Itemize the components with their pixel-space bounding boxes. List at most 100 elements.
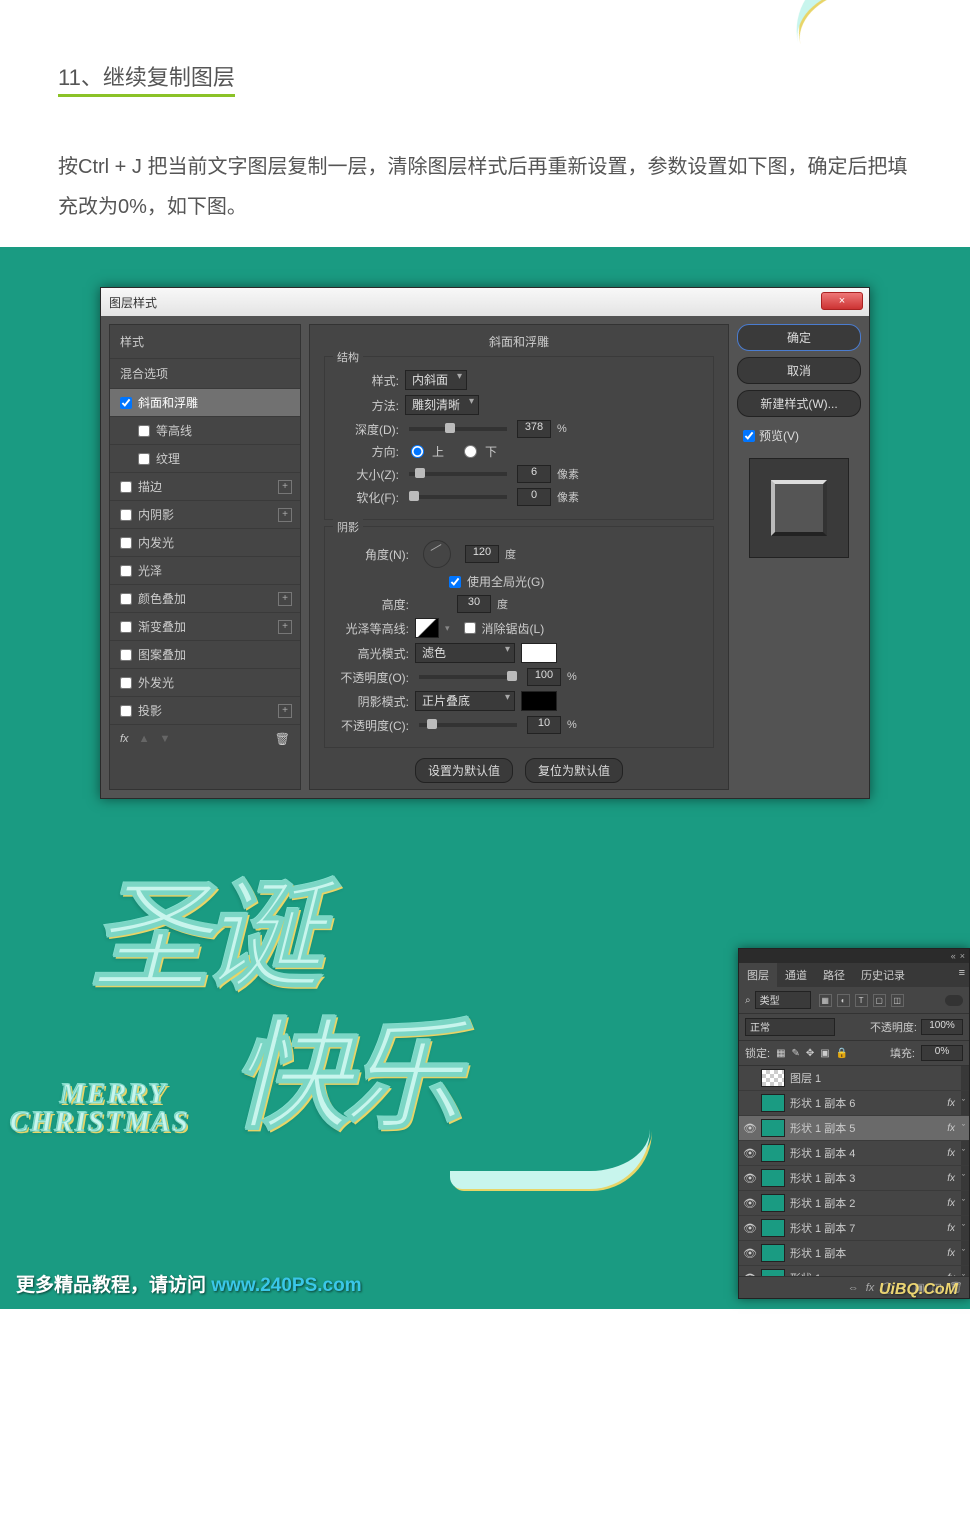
fx-icon[interactable]: fx [120, 733, 129, 745]
layer-row[interactable]: 👁形状 1 副本 3fxˇ [739, 1166, 969, 1191]
chevron-down-icon[interactable]: ˇ [962, 1148, 965, 1158]
close-panel-icon[interactable]: × [960, 951, 965, 961]
angle-input[interactable]: 120 [465, 545, 499, 563]
style-item[interactable]: 内发光 [110, 528, 300, 556]
depth-input[interactable]: 378 [517, 420, 551, 438]
add-effect-icon[interactable]: + [278, 620, 292, 634]
reset-default-button[interactable]: 复位为默认值 [525, 758, 623, 783]
style-item[interactable]: 外发光 [110, 668, 300, 696]
chevron-down-icon[interactable]: ˇ [962, 1123, 965, 1133]
highlight-opacity-input[interactable]: 100 [527, 668, 561, 686]
style-select[interactable]: 内斜面 [405, 370, 467, 390]
close-button[interactable]: × [821, 292, 863, 310]
layer-thumbnail[interactable] [761, 1269, 785, 1276]
shadow-opacity-input[interactable]: 10 [527, 716, 561, 734]
chevron-down-icon[interactable]: ˇ [962, 1173, 965, 1183]
layer-row[interactable]: 👁形状 1 副本 2fxˇ [739, 1191, 969, 1216]
panel-menu-icon[interactable]: ≡ [959, 967, 965, 979]
soften-slider[interactable] [409, 495, 507, 499]
lock-trans-icon[interactable]: ▦ [776, 1048, 785, 1059]
add-effect-icon[interactable]: + [278, 592, 292, 606]
antialias-checkbox[interactable] [464, 622, 476, 634]
filter-kind-select[interactable]: 类型 [755, 991, 811, 1009]
add-effect-icon[interactable]: + [278, 508, 292, 522]
chevron-down-icon[interactable]: ˇ [962, 1273, 965, 1276]
fx-badge[interactable]: fx [947, 1173, 955, 1184]
dir-up-radio[interactable] [411, 445, 424, 458]
filter-smart-icon[interactable]: ◫ [891, 994, 904, 1007]
chevron-down-icon[interactable]: ˇ [962, 1198, 965, 1208]
fx-badge[interactable]: fx [947, 1123, 955, 1134]
collapse-icon[interactable]: « [951, 951, 956, 961]
style-checkbox[interactable] [120, 705, 132, 717]
lock-artboard-icon[interactable]: ▣ [820, 1048, 829, 1059]
filter-adjust-icon[interactable]: ◐ [837, 994, 850, 1007]
highlight-mode-select[interactable]: 滤色 [415, 643, 515, 663]
chevron-down-icon[interactable]: ˇ [962, 1223, 965, 1233]
visibility-icon[interactable]: 👁 [743, 1222, 756, 1235]
layer-thumbnail[interactable] [761, 1119, 785, 1137]
style-item[interactable]: 内阴影+ [110, 500, 300, 528]
style-checkbox[interactable] [120, 481, 132, 493]
panel-tab[interactable]: 通道 [777, 963, 815, 987]
style-item[interactable]: 纹理 [110, 444, 300, 472]
chevron-down-icon[interactable]: ˇ [962, 1248, 965, 1258]
add-effect-icon[interactable]: + [278, 480, 292, 494]
panel-tab[interactable]: 路径 [815, 963, 853, 987]
angle-dial[interactable] [423, 540, 451, 568]
cancel-button[interactable]: 取消 [737, 357, 861, 384]
altitude-input[interactable]: 30 [457, 595, 491, 613]
style-checkbox[interactable] [120, 537, 132, 549]
ok-button[interactable]: 确定 [737, 324, 861, 351]
dialog-titlebar[interactable]: 图层样式 × [101, 288, 869, 316]
fx-badge[interactable]: fx [947, 1098, 955, 1109]
style-checkbox[interactable] [138, 425, 150, 437]
set-default-button[interactable]: 设置为默认值 [415, 758, 513, 783]
up-icon[interactable]: ▲ [139, 733, 150, 745]
layer-thumbnail[interactable] [761, 1069, 785, 1087]
depth-slider[interactable] [409, 427, 507, 431]
layer-row[interactable]: 👁形状 1fxˇ [739, 1266, 969, 1276]
global-light-checkbox[interactable] [449, 576, 461, 588]
shadow-opacity-slider[interactable] [419, 723, 517, 727]
trash-icon[interactable]: 🗑 [275, 732, 290, 746]
style-checkbox[interactable] [120, 649, 132, 661]
layer-thumbnail[interactable] [761, 1169, 785, 1187]
filter-toggle[interactable] [945, 995, 963, 1006]
blending-options[interactable]: 混合选项 [110, 358, 300, 388]
filter-type-icon[interactable]: T [855, 994, 868, 1007]
layer-row[interactable]: 形状 1 副本 6fxˇ [739, 1091, 969, 1116]
style-checkbox[interactable] [120, 621, 132, 633]
panel-tab[interactable]: 图层 [739, 963, 777, 987]
fx-badge[interactable]: fx [947, 1198, 955, 1209]
style-item[interactable]: 描边+ [110, 472, 300, 500]
style-item[interactable]: 渐变叠加+ [110, 612, 300, 640]
lock-all-icon[interactable]: 🔒 [836, 1048, 848, 1059]
fx-badge[interactable]: fx [947, 1148, 955, 1159]
add-effect-icon[interactable]: + [278, 704, 292, 718]
layer-thumbnail[interactable] [761, 1094, 785, 1112]
style-checkbox[interactable] [120, 677, 132, 689]
size-slider[interactable] [409, 472, 507, 476]
layer-thumbnail[interactable] [761, 1144, 785, 1162]
visibility-icon[interactable]: 👁 [743, 1197, 756, 1210]
highlight-opacity-slider[interactable] [419, 675, 517, 679]
highlight-color[interactable] [521, 643, 557, 663]
fx-menu-icon[interactable]: fx [866, 1282, 875, 1294]
style-item[interactable]: 等高线 [110, 416, 300, 444]
fill-input[interactable]: 0% [921, 1045, 963, 1061]
lock-brush-icon[interactable]: ✎ [792, 1048, 800, 1059]
footer-link[interactable]: www.240PS.com [211, 1275, 361, 1296]
style-item[interactable]: 光泽 [110, 556, 300, 584]
style-checkbox[interactable] [138, 453, 150, 465]
filter-pixel-icon[interactable]: ▦ [819, 994, 832, 1007]
visibility-icon[interactable]: 👁 [743, 1172, 756, 1185]
soften-input[interactable]: 0 [517, 488, 551, 506]
layer-row[interactable]: 👁形状 1 副本 4fxˇ [739, 1141, 969, 1166]
fx-badge[interactable]: fx [947, 1248, 955, 1259]
down-icon[interactable]: ▼ [159, 733, 170, 745]
layer-thumbnail[interactable] [761, 1219, 785, 1237]
size-input[interactable]: 6 [517, 465, 551, 483]
link-icon[interactable]: ⇔ [848, 1282, 859, 1294]
blend-mode-select[interactable]: 正常 [745, 1018, 835, 1036]
